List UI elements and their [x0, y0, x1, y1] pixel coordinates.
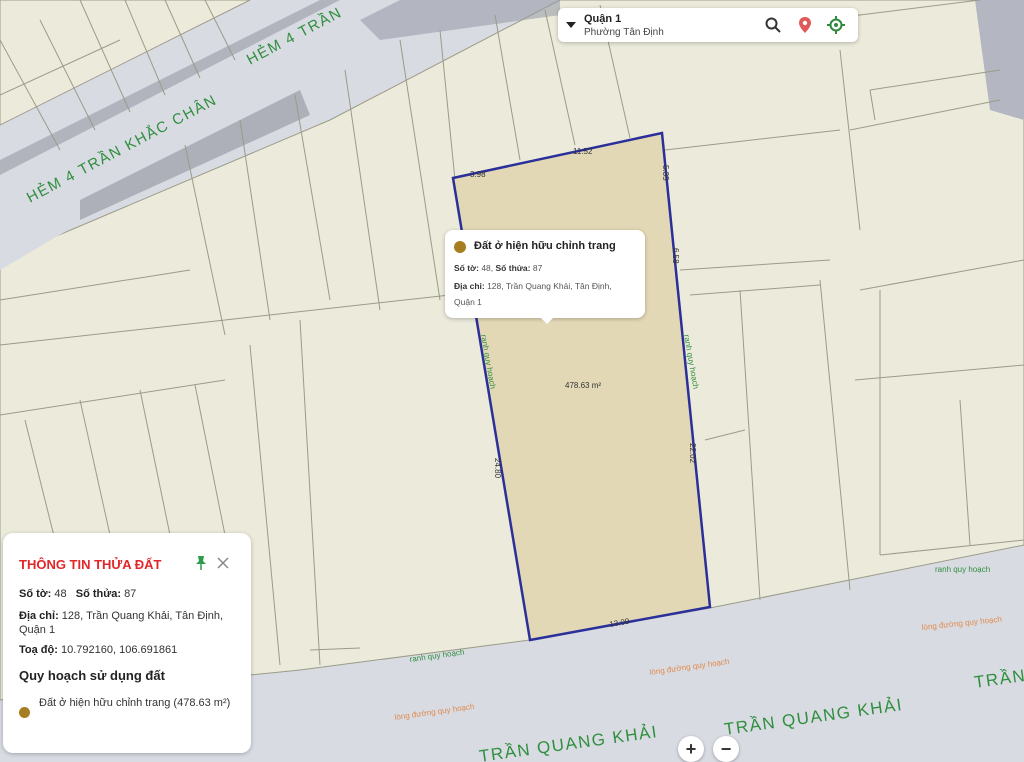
edge-length-label: 5.35 — [661, 165, 670, 181]
parcel-area-label: 478.63 m² — [565, 381, 601, 390]
edge-length-label: 6.58 — [671, 248, 680, 264]
section-title: Quy hoạch sử dụng đất — [19, 668, 165, 683]
ward-name: Phường Tân Định — [584, 27, 664, 38]
location-bar[interactable]: Quận 1 Phường Tân Định — [558, 8, 858, 42]
value: 48 — [481, 263, 491, 273]
planning-boundary-label: ranh quy hoạch — [935, 565, 990, 574]
land-use-legend: Đất ở hiện hữu chỉnh trang (478.63 m²) — [39, 697, 231, 709]
label: Toạ độ: — [19, 644, 58, 656]
address-row: Quận 1 — [19, 624, 56, 636]
edge-length-label: 22.02 — [688, 443, 697, 464]
pin-icon[interactable] — [193, 555, 209, 571]
value: 48 — [54, 588, 67, 600]
popup-pointer — [540, 317, 554, 324]
search-icon[interactable] — [764, 16, 782, 34]
popup-address-row: Địa chỉ: 128, Trần Quang Khải, Tân Định, — [454, 281, 612, 291]
sheet-row: Số tờ: 48 Số thửa: 87 — [19, 588, 136, 600]
zoom-out-button[interactable]: − — [713, 736, 739, 762]
popup-title: Đất ở hiện hữu chỉnh trang — [474, 240, 616, 252]
value: 10.792160, 106.691861 — [60, 644, 178, 656]
label: Địa chỉ: — [19, 610, 59, 622]
value: 128, Trần Quang Khải, Tân Định, — [61, 610, 224, 622]
address-row: Địa chỉ: 128, Trần Quang Khải, Tân Định, — [19, 610, 223, 622]
value: 128, Trần Quang Khải, Tân Định, — [487, 281, 612, 291]
map-pin-icon[interactable] — [796, 16, 814, 34]
close-icon[interactable] — [215, 555, 231, 571]
label: Số tờ: — [454, 263, 479, 273]
label: Số tờ: — [19, 588, 52, 600]
caret-down-icon[interactable] — [566, 22, 576, 28]
locate-icon[interactable] — [827, 16, 845, 34]
popup-address-row: Quận 1 — [454, 297, 482, 307]
land-use-dot — [19, 707, 30, 718]
parcel-popup: Đất ở hiện hữu chỉnh trang Số tờ: 48, Số… — [445, 230, 645, 324]
land-use-dot — [454, 241, 466, 253]
label: Số thửa: — [495, 263, 531, 273]
zoom-in-button[interactable]: + — [678, 736, 704, 762]
coordinates-row: Toạ độ: 10.792160, 106.691861 — [19, 644, 177, 656]
district-name: Quận 1 — [584, 13, 622, 25]
label: Địa chỉ: — [454, 281, 485, 291]
value: 87 — [124, 588, 137, 600]
popup-sheet-row: Số tờ: 48, Số thửa: 87 — [454, 263, 543, 273]
edge-length-label: 11.52 — [573, 147, 593, 156]
panel-title: THÔNG TIN THỬA ĐẤT — [19, 557, 162, 572]
value: 87 — [532, 263, 543, 273]
label: Số thửa: — [75, 588, 121, 600]
edge-length-label: 24.80 — [493, 458, 502, 479]
edge-length-label: 3.98 — [470, 170, 486, 179]
parcel-info-panel: THÔNG TIN THỬA ĐẤT Số tờ: 48 Số thửa: 87… — [3, 533, 251, 753]
